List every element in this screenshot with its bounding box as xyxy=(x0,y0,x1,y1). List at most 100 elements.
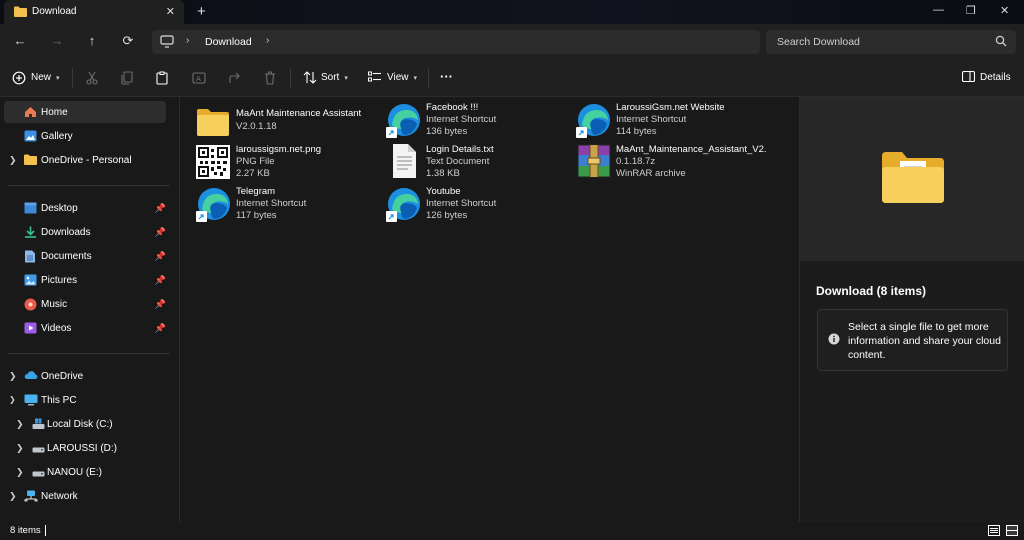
sidebar-item-label: NANOU (E:) xyxy=(47,467,102,478)
new-button[interactable]: New ▾ xyxy=(31,72,60,83)
documents-icon xyxy=(24,250,36,266)
chevron-right-icon[interactable]: ❯ xyxy=(9,155,17,166)
pin-icon[interactable]: 📌 xyxy=(155,251,166,262)
pin-icon[interactable]: 📌 xyxy=(155,299,166,310)
share-icon[interactable] xyxy=(228,71,242,88)
file-type: 0.1.18.7z xyxy=(616,156,656,167)
more-options-button[interactable]: ··· xyxy=(440,69,453,84)
tab-close-icon[interactable]: ✕ xyxy=(166,5,175,18)
folder-icon xyxy=(196,103,232,141)
pictures-icon xyxy=(24,274,37,289)
address-bar[interactable]: › Download › xyxy=(152,30,760,54)
sidebar-item-videos[interactable]: Videos 📌 xyxy=(4,317,166,339)
tab-download[interactable]: Download ✕ xyxy=(4,0,184,24)
sidebar-item-music[interactable]: Music 📌 xyxy=(4,293,166,315)
details-title: Download (8 items) xyxy=(816,284,927,298)
download-icon xyxy=(24,226,37,241)
rename-icon[interactable]: A xyxy=(192,71,206,88)
search-icon[interactable] xyxy=(995,35,1007,50)
windows-drive-icon xyxy=(32,418,45,433)
sidebar-item-documents[interactable]: Documents 📌 xyxy=(4,245,166,267)
list-item[interactable]: Telegram Internet Shortcut 117 bytes xyxy=(196,185,376,225)
chevron-right-icon[interactable]: ❯ xyxy=(9,371,17,382)
pin-icon[interactable]: 📌 xyxy=(155,323,166,334)
divider xyxy=(45,525,46,536)
svg-text:A: A xyxy=(196,75,201,83)
chevron-right-icon[interactable]: ❯ xyxy=(16,419,24,430)
view-button[interactable]: View ▾ xyxy=(387,72,417,83)
sidebar-item-label: Documents xyxy=(41,251,92,262)
cut-icon[interactable] xyxy=(86,71,98,88)
refresh-button[interactable]: ⟳ xyxy=(119,33,137,49)
list-item[interactable]: LaroussiGsm.net Website Internet Shortcu… xyxy=(576,101,756,141)
sidebar-item-label: Network xyxy=(41,491,78,502)
chevron-right-icon[interactable]: ❯ xyxy=(9,491,17,502)
file-name: MaAnt Maintenance Assistant xyxy=(236,108,362,119)
sidebar-item-desktop[interactable]: Desktop 📌 xyxy=(4,197,166,219)
sidebar-item-local-disk-c[interactable]: ❯ Local Disk (C:) xyxy=(4,413,166,435)
sidebar-item-label: OneDrive - Personal xyxy=(41,155,132,166)
copy-icon[interactable] xyxy=(121,71,134,88)
sidebar-item-label: Downloads xyxy=(41,227,91,238)
tiles-view-icon[interactable] xyxy=(1006,525,1018,539)
sidebar-item-onedrive[interactable]: ❯ OneDrive xyxy=(4,365,166,387)
sidebar-item-drive-e[interactable]: ❯ NANOU (E:) xyxy=(4,461,166,483)
details-button[interactable]: Details xyxy=(980,72,1011,83)
maximize-button[interactable]: ❐ xyxy=(966,4,976,17)
new-tab-button[interactable]: + xyxy=(197,3,206,20)
file-name: laroussigsm.net.png xyxy=(236,144,322,155)
sort-icon xyxy=(303,71,317,87)
pin-icon[interactable]: 📌 xyxy=(155,203,166,214)
delete-icon[interactable] xyxy=(264,71,276,88)
search-input[interactable]: Search Download xyxy=(766,30,1016,54)
chevron-right-icon[interactable]: ❯ xyxy=(16,467,24,478)
forward-button[interactable]: → xyxy=(48,33,66,48)
breadcrumb-chevron-icon[interactable]: › xyxy=(266,35,269,46)
close-window-button[interactable]: ✕ xyxy=(1000,4,1009,17)
breadcrumb-chevron-icon: › xyxy=(186,35,190,46)
list-item[interactable]: Facebook !!! Internet Shortcut 136 bytes xyxy=(386,101,566,141)
edge-shortcut-icon xyxy=(196,185,232,223)
list-item[interactable]: laroussigsm.net.png PNG File 2.27 KB xyxy=(196,143,376,183)
list-item[interactable]: Login Details.txt Text Document 1.38 KB xyxy=(386,143,566,183)
file-name: Facebook !!! xyxy=(426,102,479,113)
preview-area xyxy=(800,97,1024,261)
paste-icon[interactable] xyxy=(156,71,168,88)
sidebar-item-home[interactable]: Home xyxy=(4,101,166,123)
details-pane-icon xyxy=(961,70,976,86)
back-button[interactable]: ← xyxy=(11,33,29,48)
up-button[interactable]: ↑ xyxy=(83,33,101,48)
sidebar-item-this-pc[interactable]: ❯ This PC xyxy=(4,389,166,411)
drive-icon xyxy=(32,469,45,480)
file-name: Youtube xyxy=(426,186,461,197)
file-size: 2.27 KB xyxy=(236,168,270,179)
info-message: Select a single file to get more informa… xyxy=(848,321,1001,361)
chevron-down-icon: ▾ xyxy=(56,74,60,82)
sidebar-item-drive-d[interactable]: ❯ LAROUSSI (D:) xyxy=(4,437,166,459)
sidebar-item-gallery[interactable]: Gallery xyxy=(4,125,166,147)
tab-title: Download xyxy=(32,6,77,17)
sidebar-item-pictures[interactable]: Pictures 📌 xyxy=(4,269,166,291)
sort-label: Sort xyxy=(321,72,340,83)
list-item[interactable]: MaAnt Maintenance Assistant V2.0.1.18 xyxy=(196,103,376,143)
chevron-down-icon[interactable]: ❯ xyxy=(9,395,16,404)
sort-button[interactable]: Sort ▾ xyxy=(321,72,348,83)
minimize-button[interactable]: — xyxy=(933,4,944,16)
sidebar-item-onedrive-personal[interactable]: ❯ OneDrive - Personal xyxy=(4,149,166,171)
drive-icon xyxy=(32,445,45,456)
sidebar-item-network[interactable]: ❯ Network xyxy=(4,485,166,507)
sidebar-item-downloads[interactable]: Downloads 📌 xyxy=(4,221,166,243)
pin-icon[interactable]: 📌 xyxy=(155,227,166,238)
pin-icon[interactable]: 📌 xyxy=(155,275,166,286)
status-bar: 8 items xyxy=(0,522,1024,540)
file-size: 117 bytes xyxy=(236,210,277,221)
command-bar: New ▾ A Sort ▾ View ▾ ··· Details xyxy=(0,60,1024,97)
sidebar-item-label: LAROUSSI (D:) xyxy=(47,443,118,454)
file-type: Text Document xyxy=(426,156,490,167)
list-item[interactable]: MaAnt_Maintenance_Assistant_V2. 0.1.18.7… xyxy=(576,143,767,183)
details-pane: Download (8 items) Select a single file … xyxy=(799,97,1024,522)
chevron-right-icon[interactable]: ❯ xyxy=(16,443,24,454)
list-item[interactable]: Youtube Internet Shortcut 126 bytes xyxy=(386,185,566,225)
details-view-icon[interactable] xyxy=(988,525,1000,539)
breadcrumb[interactable]: Download xyxy=(205,36,252,48)
